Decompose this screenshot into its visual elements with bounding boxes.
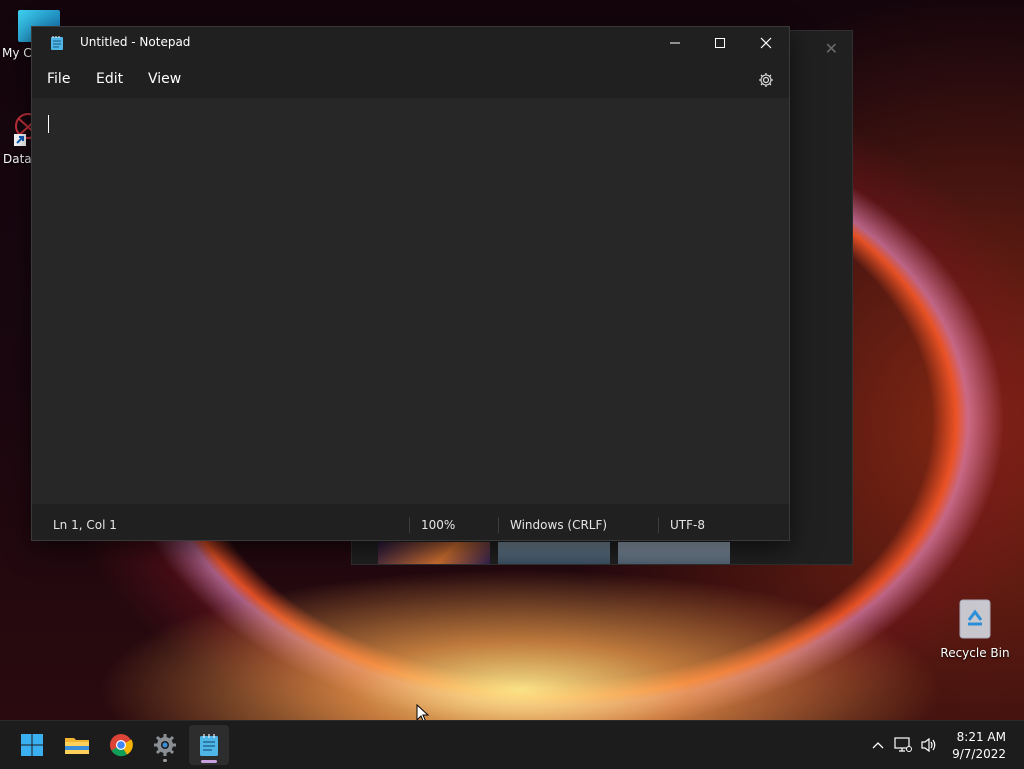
- notepad-taskbar-button[interactable]: [189, 725, 229, 765]
- title-bar[interactable]: Untitled - Notepad: [32, 27, 789, 59]
- line-ending[interactable]: Windows (CRLF): [510, 518, 607, 532]
- close-button[interactable]: [743, 27, 789, 59]
- menu-edit[interactable]: Edit: [96, 71, 123, 87]
- maximize-button[interactable]: [697, 27, 743, 59]
- close-icon: [760, 37, 772, 49]
- window-title: Untitled - Notepad: [80, 35, 191, 49]
- notepad-app-icon: [50, 35, 64, 55]
- status-bar: Ln 1, Col 1 100% Windows (CRLF) UTF-8: [32, 513, 789, 539]
- text-caret: [48, 115, 49, 133]
- file-explorer-button[interactable]: [57, 725, 97, 765]
- show-hidden-icons-button[interactable]: [866, 730, 890, 760]
- encoding[interactable]: UTF-8: [670, 518, 705, 532]
- network-button[interactable]: [890, 730, 916, 760]
- system-tray: [866, 721, 942, 769]
- speaker-icon: [921, 737, 936, 753]
- clock-time: 8:21 AM: [956, 730, 1006, 744]
- gear-icon: [759, 73, 773, 87]
- thumbnail[interactable]: [618, 542, 730, 564]
- clock-button[interactable]: 8:21 AM 9/7/2022: [952, 729, 1006, 763]
- volume-button[interactable]: [916, 730, 942, 760]
- cursor-position: Ln 1, Col 1: [53, 518, 117, 532]
- close-icon[interactable]: ✕: [825, 39, 838, 58]
- status-divider: [409, 517, 410, 533]
- desktop-icon-label: Recycle Bin: [940, 646, 1010, 660]
- running-indicator: [163, 759, 167, 762]
- recycle-bin-icon: [956, 596, 994, 640]
- network-icon: [894, 737, 912, 752]
- settings-taskbar-button[interactable]: [145, 725, 185, 765]
- minimize-icon: [670, 42, 680, 44]
- folder-icon: [65, 738, 89, 754]
- menu-file[interactable]: File: [47, 71, 70, 87]
- active-indicator: [201, 760, 217, 763]
- desktop: My Co DataW Recycle Bin ✕ Untitled - Not…: [0, 0, 1024, 720]
- status-divider: [498, 517, 499, 533]
- zoom-level[interactable]: 100%: [421, 518, 455, 532]
- menu-bar: File Edit View: [32, 65, 789, 97]
- settings-icon: [154, 734, 176, 756]
- menu-view[interactable]: View: [148, 71, 181, 87]
- mouse-cursor-icon: [416, 703, 430, 720]
- thumbnail[interactable]: [498, 542, 610, 564]
- start-icon: [21, 734, 43, 756]
- thumbnail-strip: [378, 542, 738, 564]
- desktop-icon-recycle-bin[interactable]: Recycle Bin: [940, 596, 1010, 660]
- chrome-icon: [110, 734, 133, 757]
- notepad-window[interactable]: Untitled - Notepad File Edit View Ln 1, …: [31, 26, 790, 541]
- settings-button[interactable]: [756, 70, 776, 90]
- minimize-button[interactable]: [652, 27, 698, 59]
- taskbar: 8:21 AM 9/7/2022: [0, 720, 1024, 769]
- chevron-up-icon: [872, 742, 884, 749]
- clock-date: 9/7/2022: [952, 747, 1006, 761]
- text-editor[interactable]: [32, 98, 789, 504]
- thumbnail[interactable]: [378, 542, 490, 564]
- status-divider: [658, 517, 659, 533]
- chrome-button[interactable]: [101, 725, 141, 765]
- maximize-icon: [715, 38, 725, 48]
- start-button[interactable]: [12, 725, 52, 765]
- notepad-icon: [200, 734, 218, 756]
